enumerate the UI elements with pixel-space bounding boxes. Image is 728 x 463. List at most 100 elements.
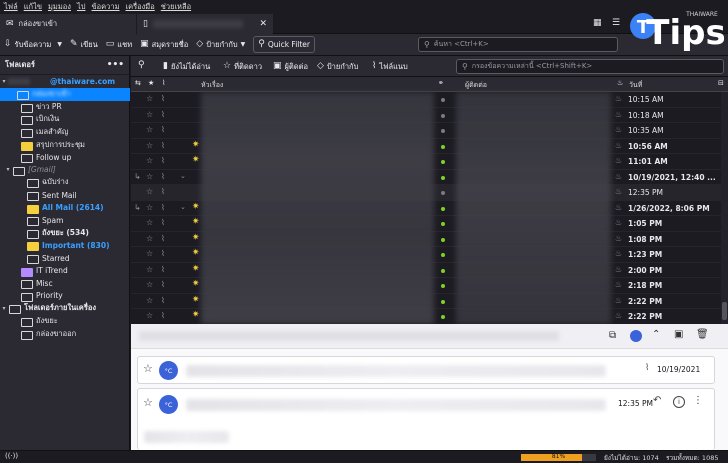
folder-misc[interactable]: Misc bbox=[0, 277, 130, 290]
read-status-dot[interactable] bbox=[441, 268, 445, 273]
menu-message[interactable]: ข้อความ bbox=[92, 1, 120, 13]
read-status-dot[interactable] bbox=[441, 315, 445, 319]
address-book-button[interactable]: ▣ สมุดรายชื่อ bbox=[136, 36, 192, 53]
junk-status-icon[interactable]: ♨ bbox=[615, 265, 622, 274]
chevron-down-icon[interactable]: ▼ bbox=[57, 41, 62, 48]
account-row[interactable]: ▾ @thaiware.com bbox=[0, 75, 130, 88]
star-column-icon[interactable]: ★ bbox=[148, 80, 154, 87]
more-options-icon[interactable]: ••• bbox=[107, 60, 124, 70]
junk-status-icon[interactable]: ♨ bbox=[615, 125, 622, 134]
filter-starred-button[interactable]: ☆ ที่ติดดาว bbox=[219, 58, 266, 75]
junk-status-icon[interactable]: ♨ bbox=[615, 296, 622, 305]
junk-status-icon[interactable]: ♨ bbox=[615, 234, 622, 243]
tag-button[interactable]: ◇ ป้ายกำกับ ▼ bbox=[192, 36, 249, 53]
folder-pr-news[interactable]: ข่าว PR bbox=[0, 101, 130, 114]
star-icon[interactable]: ☆ bbox=[146, 141, 153, 150]
thread-column-icon[interactable]: ⇆ bbox=[135, 80, 141, 87]
date-column-header[interactable]: วันที่ bbox=[629, 80, 642, 91]
status-badge-icon[interactable] bbox=[630, 330, 642, 342]
folder-gmail[interactable]: ▾ [Gmail] bbox=[0, 164, 130, 177]
filter-contact-button[interactable]: ▣ ผู้ติดต่อ bbox=[269, 58, 312, 75]
chat-button[interactable]: ▭ แชท bbox=[102, 36, 136, 53]
junk-status-icon[interactable]: ♨ bbox=[615, 280, 622, 289]
star-icon[interactable]: ☆ bbox=[146, 94, 153, 103]
junk-status-icon[interactable]: ♨ bbox=[615, 172, 622, 181]
read-status-dot[interactable] bbox=[441, 284, 445, 288]
thread-icon[interactable]: ↳ bbox=[134, 203, 141, 212]
message-card-2[interactable]: ☆ °C 12:35 PM ↶ i ⋮ bbox=[137, 388, 715, 450]
column-picker-icon[interactable]: ⊟ bbox=[718, 80, 724, 87]
star-icon[interactable]: ☆ bbox=[146, 125, 153, 134]
read-status-column-icon[interactable]: ⚭ bbox=[438, 80, 444, 87]
trash-icon[interactable]: 🗑 bbox=[696, 330, 709, 340]
message-card-1[interactable]: ☆ °C ⌇ 10/19/2021 bbox=[137, 356, 715, 384]
folder-all-mail[interactable]: All Mail (2614) bbox=[0, 201, 130, 214]
star-icon[interactable]: ☆ bbox=[143, 363, 153, 374]
reply-all-icon[interactable]: ↶ bbox=[653, 396, 661, 406]
folder-follow-up[interactable]: Follow up bbox=[0, 151, 130, 164]
star-icon[interactable]: ☆ bbox=[146, 311, 153, 320]
quick-filter-button[interactable]: ⚲ Quick Filter bbox=[253, 36, 316, 53]
tab-inbox[interactable]: ✉ กล่องขาเข้า bbox=[0, 14, 136, 34]
chevron-down-icon[interactable]: ⌄ bbox=[180, 172, 186, 180]
junk-status-icon[interactable]: ♨ bbox=[615, 187, 622, 196]
junk-status-icon[interactable]: ♨ bbox=[615, 203, 622, 212]
menu-view[interactable]: มุมมอง bbox=[48, 1, 71, 13]
menu-help[interactable]: ช่วยเหลือ bbox=[161, 1, 191, 13]
folder-inbox[interactable]: กล่องขาเข้า bbox=[0, 88, 130, 101]
star-icon[interactable]: ☆ bbox=[146, 280, 153, 289]
message-list-scrollbar[interactable] bbox=[721, 92, 728, 324]
correspondents-column-header[interactable]: ผู้ติดต่อ bbox=[465, 80, 487, 91]
junk-status-icon[interactable]: ♨ bbox=[615, 141, 622, 150]
menu-tools[interactable]: เครื่องมือ bbox=[126, 1, 155, 13]
expand-toggle-icon[interactable]: ▾ bbox=[4, 166, 12, 173]
filter-tags-button[interactable]: ◇ ป้ายกำกับ bbox=[313, 58, 362, 75]
info-icon[interactable]: i bbox=[673, 396, 685, 408]
thread-icon[interactable]: ↳ bbox=[134, 172, 141, 181]
chevron-up-icon[interactable]: ⌃ bbox=[652, 330, 660, 340]
calendar-icon[interactable]: ▦ bbox=[593, 19, 602, 28]
junk-status-icon[interactable]: ♨ bbox=[615, 110, 622, 119]
read-status-dot[interactable] bbox=[441, 222, 445, 226]
junk-status-icon[interactable]: ♨ bbox=[615, 311, 622, 320]
read-status-dot[interactable] bbox=[441, 191, 445, 195]
read-status-dot[interactable] bbox=[441, 237, 445, 242]
star-icon[interactable]: ☆ bbox=[146, 249, 153, 258]
tab-message[interactable]: ▯ ✕ bbox=[137, 14, 273, 34]
attachment-column-icon[interactable]: ⌇ bbox=[162, 80, 165, 87]
folder-starred[interactable]: Starred bbox=[0, 252, 130, 265]
folder-spam[interactable]: Spam bbox=[0, 214, 130, 227]
folder-priority[interactable]: Priority bbox=[0, 290, 130, 303]
close-tab-icon[interactable]: ✕ bbox=[259, 19, 267, 29]
activity-icon[interactable]: ((·)) bbox=[5, 453, 18, 460]
read-status-dot[interactable] bbox=[441, 253, 445, 257]
read-status-dot[interactable] bbox=[441, 160, 445, 164]
star-icon[interactable]: ☆ bbox=[146, 203, 153, 212]
menu-go[interactable]: ไป bbox=[77, 1, 86, 13]
read-status-dot[interactable] bbox=[441, 175, 445, 180]
expand-toggle-icon[interactable]: ▾ bbox=[0, 305, 8, 312]
open-in-tab-icon[interactable]: ⧉ bbox=[609, 331, 616, 341]
collapse-toggle-icon[interactable]: ▾ bbox=[0, 78, 8, 85]
star-icon[interactable]: ☆ bbox=[146, 187, 153, 196]
folder-outbox[interactable]: กล่องขาออก bbox=[0, 327, 130, 340]
junk-column-icon[interactable]: ♨ bbox=[617, 80, 623, 87]
read-status-dot[interactable] bbox=[441, 144, 445, 149]
write-button[interactable]: ✎ เขียน bbox=[66, 36, 102, 53]
folder-reimbursement[interactable]: เบิกเงิน bbox=[0, 113, 130, 126]
pin-icon[interactable]: ⚲ bbox=[138, 61, 145, 70]
more-vertical-icon[interactable]: ⋮ bbox=[693, 396, 703, 406]
read-status-dot[interactable] bbox=[441, 98, 445, 102]
star-icon[interactable]: ☆ bbox=[143, 397, 153, 408]
read-status-dot[interactable] bbox=[441, 206, 445, 211]
subject-column-header[interactable]: หัวเรื่อง bbox=[201, 80, 223, 91]
get-messages-button[interactable]: ⇩ รับข้อความ ▼ bbox=[0, 36, 66, 53]
read-status-dot[interactable] bbox=[441, 299, 445, 304]
junk-status-icon[interactable]: ♨ bbox=[615, 249, 622, 258]
chevron-down-icon[interactable]: ⌄ bbox=[180, 203, 186, 211]
folder-important[interactable]: Important (830) bbox=[0, 239, 130, 252]
star-icon[interactable]: ☆ bbox=[146, 218, 153, 227]
folder-sent-mail[interactable]: Sent Mail bbox=[0, 189, 130, 202]
junk-status-icon[interactable]: ♨ bbox=[615, 94, 622, 103]
folder-meeting-summary[interactable]: สรุปการประชุม bbox=[0, 138, 130, 151]
